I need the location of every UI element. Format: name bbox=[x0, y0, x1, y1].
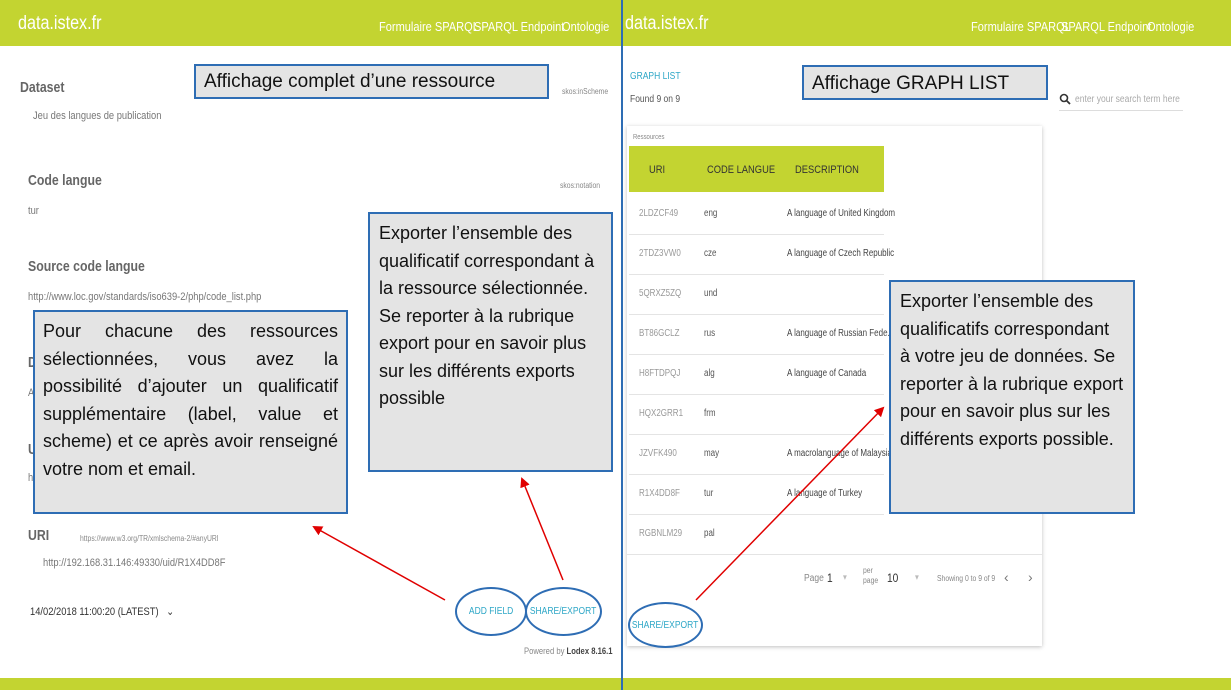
table-row[interactable]: R1X4DD8F tur A language of Turkey bbox=[629, 474, 884, 515]
export-dataset-note-callout: Exporter l’ensemble des qualificatifs co… bbox=[889, 280, 1135, 514]
nav-sparql-form[interactable]: Formulaire SPARQL bbox=[379, 19, 479, 34]
table-row[interactable]: HQX2GRR1 frm bbox=[629, 394, 884, 435]
search-box[interactable]: enter your search term here bbox=[1059, 90, 1183, 111]
dataset-scheme: skos:inScheme bbox=[562, 87, 609, 96]
add-field-note: Pour chacune des ressources sélectionnée… bbox=[43, 321, 338, 479]
logo[interactable]: data.istex.fr bbox=[625, 13, 708, 35]
cell-description: A language of Czech Republic bbox=[787, 248, 895, 259]
cell-description: A language of Russian Fede... bbox=[787, 328, 895, 339]
cell-description: A language of Canada bbox=[787, 368, 867, 379]
cell-description: A macrolanguage of Malaysia bbox=[787, 448, 892, 459]
cell-uri: H8FTDPQJ bbox=[639, 368, 681, 379]
nav-ontologie[interactable]: Ontologie bbox=[562, 19, 609, 34]
cell-uri: BT86GCLZ bbox=[639, 328, 680, 339]
add-field-button[interactable]: ADD FIELD bbox=[455, 587, 527, 636]
code-langue-value: tur bbox=[28, 205, 39, 217]
per-page-chevron-down-icon[interactable]: ▾ bbox=[915, 572, 919, 583]
per-page-label: per page bbox=[863, 566, 879, 585]
cell-code: frm bbox=[704, 408, 716, 419]
cell-code: cze bbox=[704, 248, 717, 259]
add-field-note-callout: Pour chacune des ressources sélectionnée… bbox=[33, 310, 348, 514]
resource-display-title: Affichage complet d’une ressource bbox=[204, 71, 496, 92]
table-row[interactable]: JZVFK490 may A macrolanguage of Malaysia bbox=[629, 434, 892, 475]
graph-list-title: Affichage GRAPH LIST bbox=[812, 73, 1010, 94]
page-chevron-down-icon[interactable]: ▾ bbox=[843, 572, 847, 583]
version-label: 14/02/2018 11:00:20 (LATEST) bbox=[30, 606, 159, 618]
table-row[interactable]: H8FTDPQJ alg A language of Canada bbox=[629, 354, 884, 395]
search-input[interactable]: enter your search term here bbox=[1075, 94, 1180, 105]
dataset-label: Dataset bbox=[20, 79, 65, 96]
cell-code: alg bbox=[704, 368, 715, 379]
table-row[interactable]: 2TDZ3VW0 cze A language of Czech Republi… bbox=[629, 234, 894, 275]
cell-uri: R1X4DD8F bbox=[639, 488, 680, 499]
cell-uri: 5QRXZ5ZQ bbox=[639, 288, 682, 299]
share-export-button[interactable]: SHARE/EXPORT bbox=[525, 587, 602, 636]
share-export-graph-button[interactable]: SHARE/EXPORT bbox=[628, 602, 703, 648]
top-bar: data.istex.fr Formulaire SPARQL SPARQL E… bbox=[0, 0, 621, 46]
cell-code: may bbox=[704, 448, 720, 459]
code-langue-label: Code langue bbox=[28, 172, 102, 189]
column-description[interactable]: DESCRIPTION bbox=[795, 164, 859, 176]
share-export-graph-label: SHARE/EXPORT bbox=[632, 619, 699, 631]
nav-sparql-endpoint[interactable]: SPARQL Endpoint bbox=[1061, 19, 1151, 34]
table-row[interactable]: 2LDZCF49 eng A language of United Kingdo… bbox=[629, 194, 895, 235]
nav-ontologie[interactable]: Ontologie bbox=[1147, 19, 1194, 34]
cell-uri: 2TDZ3VW0 bbox=[639, 248, 681, 259]
powered-by-name[interactable]: Lodex 8.16.1 bbox=[567, 646, 613, 656]
uri-scheme: https://www.w3.org/TR/xmlschema-2/#anyUR… bbox=[80, 534, 219, 543]
table-row[interactable]: 5QRXZ5ZQ und bbox=[629, 274, 884, 315]
uri-label: URI bbox=[28, 527, 50, 544]
cell-code: rus bbox=[704, 328, 716, 339]
powered-by-label: Powered by bbox=[524, 646, 565, 656]
export-resource-note: Exporter l’ensemble des qualificatif cor… bbox=[379, 223, 595, 408]
export-dataset-note: Exporter l’ensemble des qualificatifs co… bbox=[900, 291, 1124, 449]
table-row[interactable]: RGBNLM29 pal bbox=[629, 514, 884, 555]
page-label: Page bbox=[804, 573, 824, 584]
showing-range: Showing 0 to 9 of 9 bbox=[937, 574, 996, 583]
version-selector[interactable]: 14/02/2018 11:00:20 (LATEST) ⌄ bbox=[30, 605, 174, 618]
column-code-langue[interactable]: CODE LANGUE bbox=[707, 164, 775, 176]
cell-code: und bbox=[704, 288, 718, 299]
search-icon bbox=[1059, 93, 1071, 105]
nav-sparql-form[interactable]: Formulaire SPARQL bbox=[971, 19, 1071, 34]
chevron-down-icon: ⌄ bbox=[166, 606, 175, 618]
cell-uri: 2LDZCF49 bbox=[639, 208, 679, 219]
dataset-value: Jeu des langues de publication bbox=[33, 110, 162, 122]
code-langue-scheme: skos:notation bbox=[560, 181, 601, 190]
nav-sparql-endpoint[interactable]: SPARQL Endpoint bbox=[474, 19, 564, 34]
share-export-label: SHARE/EXPORT bbox=[530, 606, 597, 617]
cell-uri: JZVFK490 bbox=[639, 448, 677, 459]
powered-by: Powered by Lodex 8.16.1 bbox=[524, 646, 612, 656]
per-page-select[interactable]: 10 bbox=[887, 571, 898, 585]
source-code-label: Source code langue bbox=[28, 258, 145, 275]
chevron-left-icon[interactable]: ‹ bbox=[1004, 569, 1009, 585]
cell-code: pal bbox=[704, 528, 715, 539]
table-row[interactable]: BT86GCLZ rus A language of Russian Fede.… bbox=[629, 314, 894, 355]
cell-code: tur bbox=[704, 488, 714, 499]
table-header: URI CODE LANGUE DESCRIPTION bbox=[629, 146, 884, 192]
page-select[interactable]: 1 bbox=[827, 571, 833, 585]
found-count: Found 9 on 9 bbox=[630, 94, 681, 105]
cell-description: A language of United Kingdom bbox=[787, 208, 896, 219]
graph-list-title-callout: Affichage GRAPH LIST bbox=[802, 65, 1048, 100]
top-bar: data.istex.fr Formulaire SPARQL SPARQL E… bbox=[623, 0, 1231, 46]
cell-description: A language of Turkey bbox=[787, 488, 863, 499]
source-code-value: http://www.loc.gov/standards/iso639-2/ph… bbox=[28, 291, 262, 303]
cell-code: eng bbox=[704, 208, 718, 219]
export-resource-note-callout: Exporter l’ensemble des qualificatif cor… bbox=[368, 212, 613, 472]
cell-uri: RGBNLM29 bbox=[639, 528, 683, 539]
bottom-bar bbox=[623, 678, 1231, 690]
bottom-bar bbox=[0, 678, 621, 690]
chevron-right-icon[interactable]: › bbox=[1028, 569, 1033, 585]
add-field-label: ADD FIELD bbox=[468, 606, 514, 617]
resources-label: Ressources bbox=[633, 134, 665, 141]
logo[interactable]: data.istex.fr bbox=[18, 13, 101, 35]
resource-display-title-callout: Affichage complet d’une ressource bbox=[194, 64, 549, 99]
column-uri[interactable]: URI bbox=[649, 164, 665, 176]
uri-value[interactable]: http://192.168.31.146:49330/uid/R1X4DD8F bbox=[43, 557, 225, 569]
graph-list-link[interactable]: GRAPH LIST bbox=[630, 71, 681, 82]
pagination-divider bbox=[627, 554, 1042, 555]
cell-uri: HQX2GRR1 bbox=[639, 408, 684, 419]
